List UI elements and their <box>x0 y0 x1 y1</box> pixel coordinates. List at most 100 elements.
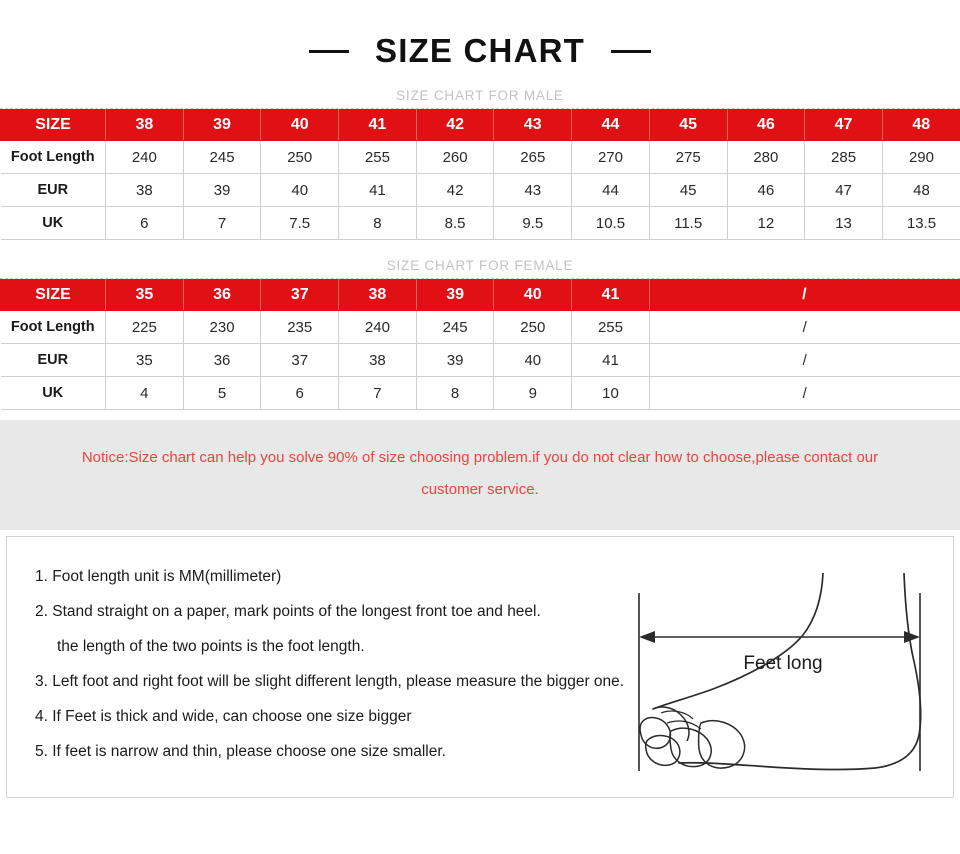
female-size-table: SIZE 35 36 37 38 39 40 41/Foot Length 225 230 235 2… <box>0 279 960 410</box>
male-row-label: EUR <box>0 173 106 207</box>
male-cell: 10.5 <box>571 206 650 240</box>
table-row: UK 4 5 6 7 8 9 10/ <box>0 376 960 410</box>
female-cell: 36 <box>182 343 262 377</box>
male-header-cell: 46 <box>726 109 806 141</box>
male-cell: 11.5 <box>648 206 728 240</box>
female-cell: 6 <box>260 376 340 410</box>
male-header-row: SIZE 38 39 40 41 42 43 44 45 46 47 48 <box>0 109 960 141</box>
male-header-size-label: SIZE <box>0 109 106 141</box>
instruction-item: 3. Left foot and right foot will be slig… <box>35 673 625 690</box>
male-cell: 6 <box>105 206 184 240</box>
foot-instep-outline-icon <box>652 573 824 710</box>
female-cell: 9 <box>493 376 573 410</box>
toe-1-icon <box>639 716 672 749</box>
instruction-item: 2. Stand straight on a paper, mark point… <box>35 603 541 620</box>
female-section-label: SIZE CHART FOR FEMALE <box>386 258 574 273</box>
female-cell: 230 <box>182 310 262 344</box>
male-female-spacer <box>0 240 960 258</box>
table-row: EUR 38 39 40 41 42 43 44 45 46 47 48 <box>0 173 960 207</box>
male-cell: 8.5 <box>415 206 495 240</box>
table-row: EUR 35 36 37 38 39 40 41/ <box>0 343 960 377</box>
male-cell: 48 <box>881 173 960 207</box>
male-row-label: Foot Length <box>0 140 106 174</box>
feet-long-label: Feet long <box>743 653 822 674</box>
male-header-cell: 44 <box>571 109 650 141</box>
title-rule-right-icon <box>611 49 651 53</box>
male-header-cell: 40 <box>260 109 340 141</box>
male-cell: 260 <box>415 140 495 174</box>
measure-arrow-head-left-icon <box>639 631 655 643</box>
female-cell: 8 <box>415 376 495 410</box>
male-cell: 240 <box>105 140 184 174</box>
male-cell: 39 <box>182 173 262 207</box>
female-cell: 240 <box>338 310 417 344</box>
page-title: SIZE CHART <box>375 32 585 69</box>
male-cell: 13 <box>804 206 883 240</box>
male-header-cell: 39 <box>182 109 262 141</box>
female-merged-cell: / <box>648 310 960 344</box>
measure-arrow-head-right-icon <box>904 631 920 643</box>
female-merged-cell: / <box>648 343 960 377</box>
male-cell: 41 <box>338 173 417 207</box>
female-cell: 41 <box>571 343 650 377</box>
female-header-cell: 40 <box>493 279 573 311</box>
male-header-cell: 48 <box>881 109 960 141</box>
male-header-cell: 38 <box>105 109 184 141</box>
female-merged-cell: / <box>648 376 960 410</box>
instructions-list: 1. Foot length unit is MM(millimeter) 2. … <box>35 559 715 769</box>
female-notice-spacer <box>0 410 960 420</box>
female-cell: 40 <box>493 343 573 377</box>
male-cell: 12 <box>726 206 806 240</box>
female-cell: 4 <box>105 376 184 410</box>
male-row-label: UK <box>0 206 106 240</box>
instruction-item: 1. Foot length unit is MM(millimeter) <box>35 568 282 585</box>
female-cell: 10 <box>571 376 650 410</box>
female-header-size-label: SIZE <box>0 279 106 311</box>
male-header-cell: 42 <box>415 109 495 141</box>
male-cell: 44 <box>571 173 650 207</box>
instructions-box: 1. Foot length unit is MM(millimeter) 2. … <box>6 536 954 798</box>
table-row: Foot Length 225 230 235 240 245 250 255/ <box>0 310 960 344</box>
female-cell: 225 <box>105 310 184 344</box>
female-cell: 245 <box>415 310 495 344</box>
female-cell: 39 <box>415 343 495 377</box>
male-cell: 40 <box>260 173 340 207</box>
male-cell: 9.5 <box>493 206 573 240</box>
female-row-label: EUR <box>0 343 106 377</box>
size-chart-page: SIZE CHART SIZE CHART FOR MALE SIZE 38 39 4… <box>0 0 960 854</box>
female-header-cell: 36 <box>182 279 262 311</box>
notice-line-2: customer service. <box>421 481 539 498</box>
instruction-item: 4. If Feet is thick and wide, can choose… <box>35 708 412 725</box>
female-cell: 38 <box>338 343 417 377</box>
male-cell: 45 <box>648 173 728 207</box>
female-cell: 235 <box>260 310 340 344</box>
instruction-item: the length of the two points is the foot… <box>57 638 365 655</box>
male-cell: 38 <box>105 173 184 207</box>
instruction-item: 5. If feet is narrow and thin, please ch… <box>35 743 446 760</box>
male-cell: 8 <box>338 206 417 240</box>
male-header-cell: 41 <box>338 109 417 141</box>
female-cell: 250 <box>493 310 573 344</box>
male-cell: 43 <box>493 173 573 207</box>
table-row: Foot Length 240 245 250 255 260 265 270 275 280 28… <box>0 140 960 174</box>
male-cell: 13.5 <box>881 206 960 240</box>
female-header-cell: 38 <box>338 279 417 311</box>
female-header-cell: 37 <box>260 279 340 311</box>
female-header-cell: 41 <box>571 279 650 311</box>
female-header-row: SIZE 35 36 37 38 39 40 41/ <box>0 279 960 311</box>
male-cell: 270 <box>571 140 650 174</box>
female-header-cell: 35 <box>105 279 184 311</box>
male-cell: 42 <box>415 173 495 207</box>
male-cell: 255 <box>338 140 417 174</box>
male-section-label: SIZE CHART FOR MALE <box>396 88 564 103</box>
male-cell: 285 <box>804 140 883 174</box>
male-cell: 7.5 <box>260 206 340 240</box>
female-cell: 37 <box>260 343 340 377</box>
foot-diagram-svg: Feet long <box>638 573 922 771</box>
toe-4-icon <box>697 719 746 769</box>
male-cell: 275 <box>648 140 728 174</box>
male-header-cell: 47 <box>804 109 883 141</box>
male-header-cell: 45 <box>648 109 728 141</box>
female-cell: 255 <box>571 310 650 344</box>
female-header-merged-cell: / <box>648 279 960 311</box>
